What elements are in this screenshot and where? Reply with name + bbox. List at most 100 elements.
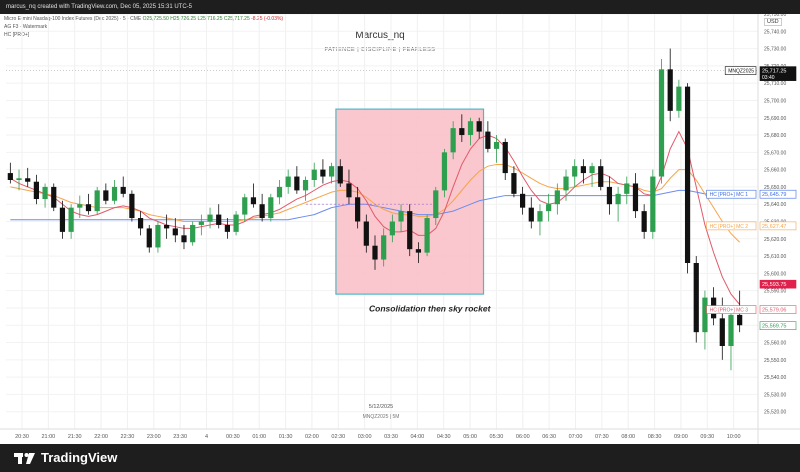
candlestick-chart[interactable]: 20:30 21:00 21:30 22:00 22:30 23:00 23:30 4 00:3… — [0, 14, 800, 444]
candle-body — [268, 197, 274, 219]
candle-body — [181, 235, 187, 243]
candle-body — [381, 235, 387, 260]
candle-body — [372, 245, 378, 260]
candle-body — [572, 166, 578, 177]
price-tag-value: 25,569.75 — [762, 324, 786, 330]
x-tick-label: 01:00 — [252, 434, 266, 440]
candle-body — [658, 69, 665, 177]
chart-area[interactable]: Micro E-mini Nasdaq-100 Index Futures (D… — [0, 14, 800, 444]
x-tick-label: 10:00 — [727, 434, 741, 440]
candle-body — [450, 128, 456, 153]
candle-body — [68, 207, 74, 232]
candle-body — [155, 224, 161, 248]
y-tick-label: 25,710.00 — [764, 81, 786, 87]
candle-body — [693, 263, 699, 333]
x-tick-label: 4 — [205, 434, 208, 440]
candle-body — [276, 186, 283, 198]
candle-body — [103, 190, 109, 201]
candle-body — [467, 121, 474, 136]
x-tick-label: 06:30 — [542, 434, 556, 440]
candle-body — [563, 176, 569, 191]
candle-body — [137, 218, 144, 229]
x-tick-label: 22:30 — [121, 434, 135, 440]
candle-body — [120, 186, 126, 194]
x-tick-label: 20:30 — [15, 434, 29, 440]
candle-body — [42, 186, 48, 200]
candle-body — [502, 141, 508, 174]
candle-body — [667, 69, 673, 111]
candle-body — [242, 197, 248, 215]
candle-body — [632, 183, 639, 212]
candle-body — [216, 214, 222, 225]
candle-body — [728, 314, 734, 346]
candle-body — [190, 224, 196, 243]
y-tick-label: 25,600.00 — [764, 271, 786, 277]
candle-body — [294, 176, 300, 191]
candle-body — [311, 169, 317, 180]
y-tick-label: 25,700.00 — [764, 98, 786, 104]
candle-body — [554, 190, 560, 205]
candle-body — [129, 193, 135, 219]
y-tick-label: 25,740.00 — [764, 29, 786, 35]
candle-body — [528, 207, 534, 222]
x-tick-label: 02:30 — [331, 434, 345, 440]
x-tick-label: 01:30 — [279, 434, 293, 440]
x-tick-label: 09:00 — [674, 434, 688, 440]
candle-body — [493, 141, 500, 149]
x-tick-label: 23:00 — [147, 434, 161, 440]
y-tick-label: 25,590.00 — [764, 289, 786, 295]
x-tick-label: 22:00 — [94, 434, 108, 440]
price-tag-countdown: 03:40 — [762, 75, 775, 81]
candle-body — [606, 186, 613, 205]
y-tick-label: 25,690.00 — [764, 116, 786, 122]
candle-body — [59, 207, 66, 232]
x-tick-label: 09:30 — [700, 434, 714, 440]
byline-bar: marcus_nq created with TradingView.com, … — [0, 0, 800, 14]
candle-body — [198, 221, 204, 225]
candle-body — [415, 249, 422, 253]
y-tick-label: 25,540.00 — [764, 375, 786, 381]
x-tick-label: 08:00 — [621, 434, 635, 440]
y-tick-label: 25,550.00 — [764, 358, 786, 364]
x-tick-label: 00:30 — [226, 434, 240, 440]
price-tag-label: HC [PRO+] MC 1 — [710, 192, 749, 198]
candle-body — [111, 186, 118, 201]
candle-body — [16, 178, 22, 180]
candle-body — [519, 193, 526, 208]
candle-body — [441, 152, 448, 191]
candle-body — [207, 214, 213, 222]
y-tick-label: 25,750.00 — [764, 14, 786, 18]
candle-body — [676, 86, 682, 111]
x-tick-label: 03:30 — [384, 434, 398, 440]
tradingview-logo[interactable]: TradingView — [14, 450, 117, 465]
candle-body — [302, 180, 309, 191]
candle-body — [641, 211, 647, 232]
price-tag-value: 25,579.06 — [762, 308, 786, 314]
y-tick-label: 25,560.00 — [764, 341, 786, 347]
x-tick-label: 23:30 — [173, 434, 187, 440]
candle-body — [250, 197, 257, 205]
y-tick-label: 25,730.00 — [764, 47, 786, 53]
candle-body — [25, 178, 31, 182]
x-tick-label: 21:30 — [68, 434, 82, 440]
candle-body — [355, 197, 361, 222]
candle-body — [85, 204, 92, 212]
candle-body — [580, 166, 586, 174]
x-tick-label: 08:30 — [648, 434, 662, 440]
x-tick-label: 03:00 — [358, 434, 372, 440]
candle-body — [737, 314, 743, 326]
candle-body — [615, 193, 621, 205]
candle-body — [485, 131, 491, 149]
y-tick-label: 25,520.00 — [764, 410, 786, 416]
candle-body — [546, 204, 552, 212]
candle-body — [684, 86, 691, 263]
candle-body — [624, 183, 630, 194]
candle-body — [146, 228, 152, 248]
candle-body — [346, 183, 352, 198]
candle-body — [33, 181, 39, 200]
price-tag-value: 25,717.25 — [762, 69, 786, 75]
candle-body — [598, 166, 604, 187]
candle-body — [172, 228, 178, 236]
candle-body — [719, 318, 725, 346]
price-tag-value: 25,593.75 — [762, 282, 786, 288]
